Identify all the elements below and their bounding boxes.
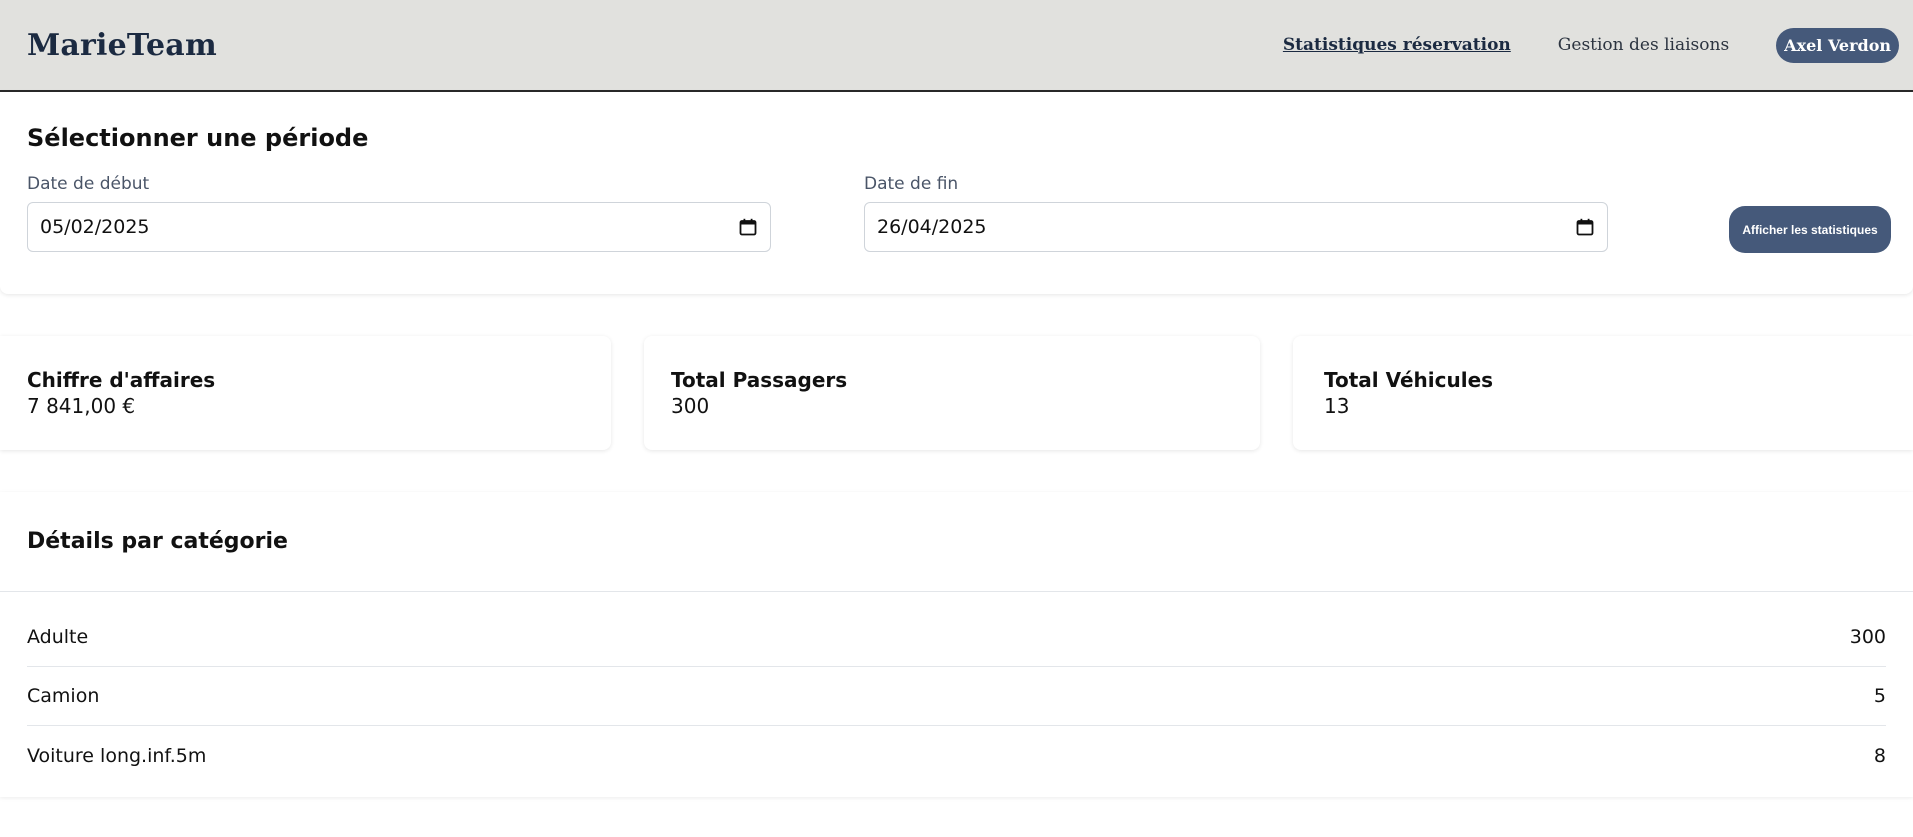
stat-value: 7 841,00 €: [27, 394, 136, 418]
end-date-label: Date de fin: [864, 174, 959, 194]
stat-card-vehicles: Total Véhicules 13: [1293, 336, 1913, 450]
stats-summary: Chiffre d'affaires 7 841,00 € Total Pass…: [0, 336, 1913, 450]
category-count: 8: [1873, 744, 1886, 767]
nav-link-statistiques[interactable]: Statistiques réservation: [1283, 35, 1511, 55]
list-item: Adulte 300: [27, 608, 1886, 667]
user-menu-button[interactable]: Axel Verdon: [1776, 27, 1899, 63]
stat-value: 13: [1324, 394, 1350, 418]
calendar-icon[interactable]: [1575, 217, 1595, 237]
category-details-card: Détails par catégorie Adulte 300 Camion …: [0, 492, 1913, 797]
end-date-value: 26/04/2025: [877, 216, 987, 238]
period-selector-card: Sélectionner une période Date de début 0…: [0, 92, 1913, 294]
details-title: Détails par catégorie: [27, 529, 288, 554]
stat-label: Chiffre d'affaires: [27, 368, 216, 392]
list-item: Voiture long.inf.5m 8: [27, 726, 1886, 785]
nav-link-liaisons[interactable]: Gestion des liaisons: [1558, 35, 1729, 55]
stat-card-passengers: Total Passagers 300: [644, 336, 1260, 450]
start-date-label: Date de début: [27, 174, 150, 194]
category-name: Camion: [27, 685, 100, 707]
calendar-icon[interactable]: [738, 217, 758, 237]
category-list: Adulte 300 Camion 5 Voiture long.inf.5m …: [0, 592, 1913, 797]
category-count: 300: [1849, 626, 1886, 648]
stat-label: Total Véhicules: [1324, 368, 1494, 392]
list-item: Camion 5: [27, 667, 1886, 726]
brand-logo[interactable]: MarieTeam: [27, 28, 217, 63]
period-form: Date de début 05/02/2025 Date de fin 26/…: [27, 174, 1891, 253]
period-title: Sélectionner une période: [27, 124, 369, 152]
stat-value: 300: [671, 394, 710, 418]
start-date-value: 05/02/2025: [40, 216, 150, 238]
category-name: Adulte: [27, 626, 89, 648]
stat-label: Total Passagers: [671, 368, 848, 392]
category-count: 5: [1873, 685, 1886, 707]
stat-card-revenue: Chiffre d'affaires 7 841,00 €: [0, 336, 611, 450]
start-date-input[interactable]: 05/02/2025: [27, 202, 771, 252]
end-date-field: Date de fin 26/04/2025: [864, 174, 1608, 252]
main-nav: Statistiques réservation Gestion des lia…: [1283, 27, 1899, 63]
end-date-input[interactable]: 26/04/2025: [864, 202, 1608, 252]
top-navbar: MarieTeam Statistiques réservation Gesti…: [0, 0, 1913, 92]
show-statistics-button[interactable]: Afficher les statistiques: [1729, 206, 1891, 253]
start-date-field: Date de début 05/02/2025: [27, 174, 771, 252]
category-name: Voiture long.inf.5m: [27, 744, 207, 767]
